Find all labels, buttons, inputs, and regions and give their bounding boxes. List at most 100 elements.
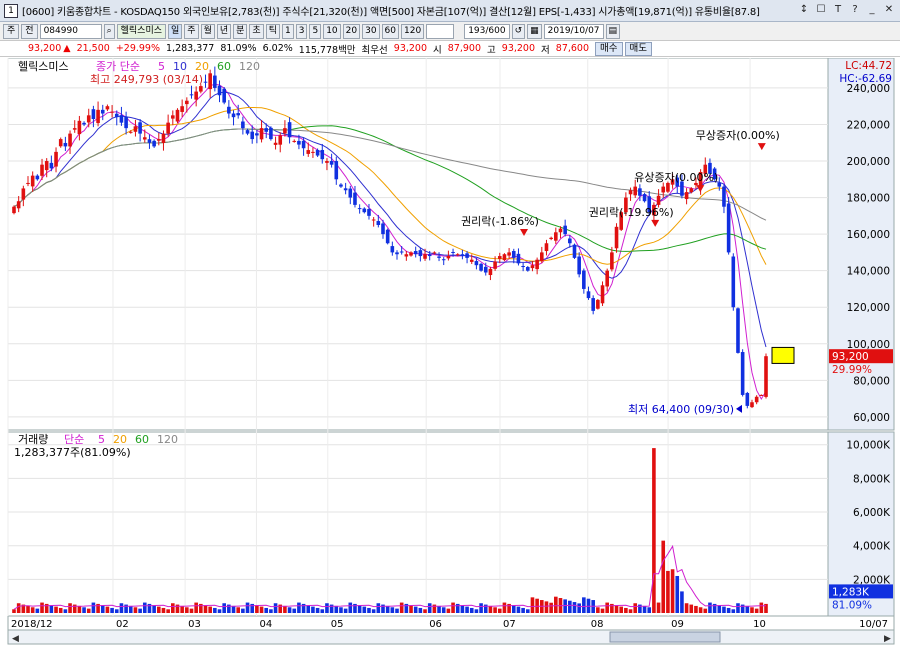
text-icon[interactable]: T — [831, 3, 845, 17]
interval-60[interactable]: 60 — [381, 23, 399, 39]
candle-body — [142, 137, 147, 140]
apply-icon[interactable]: ↺ — [511, 23, 526, 39]
candle-body — [563, 225, 567, 235]
candle-body — [614, 226, 619, 249]
candle-body — [395, 252, 399, 255]
volume-bar — [189, 608, 194, 613]
tab-second[interactable]: 초 — [249, 23, 264, 39]
x-tick-label: 09 — [671, 619, 684, 630]
current-price-marker[interactable] — [771, 346, 795, 364]
volume-bar — [185, 607, 189, 613]
candle-body — [105, 106, 110, 110]
volume-bar — [16, 603, 21, 613]
volume-bar — [731, 609, 736, 613]
candle-body — [35, 175, 40, 180]
restore-icon[interactable]: ☐ — [814, 3, 828, 17]
interval-5[interactable]: 5 — [309, 23, 322, 39]
price-pane[interactable] — [7, 57, 829, 431]
sell-button[interactable]: 매도 — [624, 41, 652, 56]
chart-svg[interactable]: 60,000 80,000 100,000 120,000 140,000 160,000… — [0, 57, 900, 650]
x-tick-label: 2018/12 — [11, 619, 53, 630]
search-icon[interactable]: ⌕ — [103, 23, 115, 39]
count-input[interactable]: 193/600 — [464, 23, 510, 39]
candle-body — [124, 116, 128, 129]
candle-body — [535, 259, 539, 270]
tab-minute[interactable]: 분 — [233, 23, 248, 39]
volume-bar — [259, 606, 264, 613]
tab-year[interactable]: 년 — [216, 23, 232, 39]
candle-body — [236, 113, 240, 116]
volume-bar — [451, 602, 455, 613]
stock-name-field[interactable]: 헬릭스미스 — [116, 23, 167, 39]
candle-body — [259, 128, 264, 140]
volume-bar — [600, 608, 605, 613]
interval-3[interactable]: 3 — [295, 23, 308, 39]
interval-1[interactable]: 1 — [281, 23, 294, 39]
date-input[interactable]: 2019/10/07 — [543, 23, 604, 39]
close-icon[interactable]: ✕ — [882, 3, 896, 17]
volume-bar — [703, 608, 708, 613]
volume-bar — [297, 602, 301, 613]
candle-body — [764, 356, 768, 397]
volume-bar — [306, 605, 311, 613]
volume-pane[interactable] — [7, 431, 829, 617]
volume-bar — [348, 602, 353, 613]
volume-bar — [680, 591, 684, 613]
volume-bar — [717, 605, 722, 613]
tab-tick[interactable]: 틱 — [265, 23, 280, 39]
candle-body — [133, 126, 138, 132]
lock-icon[interactable]: ▦ — [527, 23, 542, 39]
volume-bar — [343, 608, 348, 613]
candle-body — [432, 252, 437, 254]
price-change: 21,500 — [76, 43, 110, 54]
candle-body — [26, 182, 30, 184]
interval-30[interactable]: 30 — [362, 23, 380, 39]
price-change-pct: +29.99% — [115, 43, 160, 54]
volume-bar — [661, 540, 666, 613]
volume-bar — [231, 605, 236, 613]
volume-bar — [128, 605, 133, 613]
candle-body — [745, 392, 750, 406]
candle-body — [642, 194, 647, 202]
resize-icon[interactable]: ↕ — [797, 3, 811, 17]
candle-body — [325, 161, 329, 163]
window-title: [0600] 키움종합차트 - KOSDAQ150 외국인보유[2,783(천)… — [22, 7, 760, 18]
volume-bar — [194, 602, 198, 613]
open-label: 시 — [433, 44, 442, 56]
candle-body — [12, 206, 16, 214]
volume-bar — [138, 608, 142, 613]
candle-body — [119, 115, 124, 123]
help-icon[interactable]: ? — [848, 3, 862, 17]
candle-body — [180, 106, 184, 112]
volume-bar — [180, 605, 184, 613]
interval-10[interactable]: 10 — [323, 23, 341, 39]
candle-body — [250, 131, 255, 140]
volume-bar — [54, 606, 58, 613]
chart-area[interactable]: 60,000 80,000 100,000 120,000 140,000 160,000… — [0, 57, 900, 650]
candle-body — [638, 188, 642, 196]
interval-input[interactable] — [426, 23, 455, 39]
volume-bar — [339, 607, 343, 613]
calendar-icon[interactable]: ▤ — [605, 23, 621, 39]
interval-20[interactable]: 20 — [342, 23, 361, 39]
tab-week[interactable]: 주 — [184, 23, 199, 39]
volume-bar — [708, 602, 712, 613]
candle-body — [222, 88, 226, 103]
market-select[interactable]: 전 — [21, 23, 38, 39]
candle-body — [385, 229, 390, 244]
scroll-thumb[interactable] — [609, 631, 721, 643]
candle-body — [413, 251, 418, 255]
scrollbar[interactable] — [7, 629, 895, 645]
candle-body — [731, 256, 736, 308]
minimize-icon[interactable]: _ — [865, 3, 879, 17]
mode-select[interactable]: 주 — [3, 23, 20, 39]
volume-bar — [596, 607, 600, 613]
x-tick-label: 08 — [591, 619, 604, 630]
buy-button[interactable]: 매수 — [595, 41, 623, 56]
code-input[interactable]: 084990 — [39, 23, 102, 39]
open-price: 87,900 — [447, 43, 482, 54]
interval-120[interactable]: 120 — [401, 23, 425, 39]
tab-day[interactable]: 일 — [168, 23, 183, 39]
tab-month[interactable]: 월 — [200, 23, 215, 39]
candle-body — [572, 244, 577, 258]
